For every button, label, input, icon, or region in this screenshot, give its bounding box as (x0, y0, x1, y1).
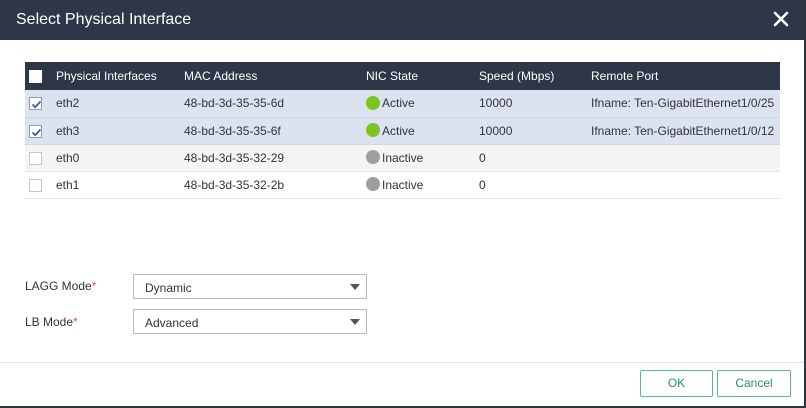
cancel-button[interactable]: Cancel (717, 370, 791, 397)
cell-mac: 48-bd-3d-35-32-2b (184, 177, 285, 192)
lagg-mode-select[interactable]: Dynamic (133, 274, 367, 299)
lagg-mode-value: Dynamic (145, 281, 192, 295)
table-header-row: Physical Interfaces MAC Address NIC Stat… (25, 62, 780, 90)
cell-mac: 48-bd-3d-35-32-29 (184, 150, 285, 165)
caret-down-icon (350, 319, 360, 325)
state-text: Active (382, 123, 415, 138)
lagg-mode-label-text: LAGG Mode (25, 279, 92, 293)
caret-down-icon (350, 284, 360, 290)
required-mark: * (91, 279, 97, 293)
cell-interface: eth1 (56, 177, 80, 192)
select-physical-interface-dialog: Select Physical Interface Physical Inter… (0, 0, 806, 408)
table-row[interactable]: eth1 48-bd-3d-35-32-2b Inactive 0 (25, 171, 780, 198)
table-row[interactable]: eth3 48-bd-3d-35-35-6f Active 10000 Ifna… (25, 117, 780, 144)
cell-speed: 10000 (479, 96, 513, 111)
select-all-checkbox[interactable] (29, 70, 42, 84)
cell-state: Active (366, 90, 479, 117)
checkmark-icon (31, 128, 42, 137)
cell-mac: 48-bd-3d-35-35-6d (184, 96, 285, 111)
status-active-icon (366, 96, 380, 111)
interfaces-table: Physical Interfaces MAC Address NIC Stat… (25, 62, 780, 199)
status-inactive-icon (366, 177, 380, 192)
row-checkbox[interactable] (29, 97, 42, 111)
footer-divider (0, 362, 804, 363)
state-text: Inactive (382, 177, 424, 192)
dialog-titlebar: Select Physical Interface (0, 0, 804, 40)
cell-speed: 0 (479, 177, 486, 192)
dialog-title: Select Physical Interface (16, 11, 192, 28)
close-icon (773, 11, 789, 27)
cell-mac: 48-bd-3d-35-35-6f (184, 123, 281, 138)
checkmark-icon (31, 101, 42, 109)
row-checkbox[interactable] (29, 124, 42, 138)
interfaces-table-wrapper: Physical Interfaces MAC Address NIC Stat… (25, 62, 780, 199)
lagg-mode-label: LAGG Mode* (25, 279, 96, 293)
header-physical-interfaces[interactable]: Physical Interfaces (56, 62, 184, 90)
header-mac-address[interactable]: MAC Address (184, 62, 366, 90)
lb-mode-value: Advanced (145, 316, 199, 330)
header-speed[interactable]: Speed (Mbps) (479, 62, 591, 90)
cell-remote-port: Ifname: Ten-GigabitEthernet1/0/25 (591, 96, 775, 111)
status-active-icon (366, 123, 380, 138)
status-inactive-icon (366, 150, 380, 165)
cell-speed: 10000 (479, 123, 513, 138)
header-remote-port[interactable]: Remote Port (591, 62, 780, 90)
table-row[interactable]: eth2 48-bd-3d-35-35-6d Active 10000 Ifna… (25, 90, 780, 117)
row-checkbox[interactable] (29, 151, 42, 165)
cell-interface: eth0 (56, 150, 80, 165)
lb-mode-label: LB Mode* (25, 315, 78, 329)
cell-interface: eth3 (56, 123, 80, 138)
close-button[interactable] (772, 10, 790, 28)
header-select-all (25, 62, 56, 90)
cell-state: Inactive (366, 144, 479, 171)
cell-remote-port (591, 171, 780, 198)
cell-state: Active (366, 117, 479, 144)
row-checkbox[interactable] (29, 178, 42, 192)
cell-speed: 0 (479, 150, 486, 165)
cell-interface: eth2 (56, 96, 80, 111)
header-nic-state[interactable]: NIC State (366, 62, 479, 90)
state-text: Inactive (382, 150, 424, 165)
lb-mode-select[interactable]: Advanced (133, 309, 367, 334)
ok-button[interactable]: OK (640, 370, 713, 397)
table-row[interactable]: eth0 48-bd-3d-35-32-29 Inactive 0 (25, 144, 780, 171)
cell-remote-port: Ifname: Ten-GigabitEthernet1/0/12 (591, 123, 775, 138)
lb-mode-label-text: LB Mode (25, 315, 74, 329)
state-text: Active (382, 96, 415, 111)
required-mark: * (73, 315, 78, 329)
cell-state: Inactive (366, 171, 479, 198)
cell-remote-port (591, 144, 780, 171)
